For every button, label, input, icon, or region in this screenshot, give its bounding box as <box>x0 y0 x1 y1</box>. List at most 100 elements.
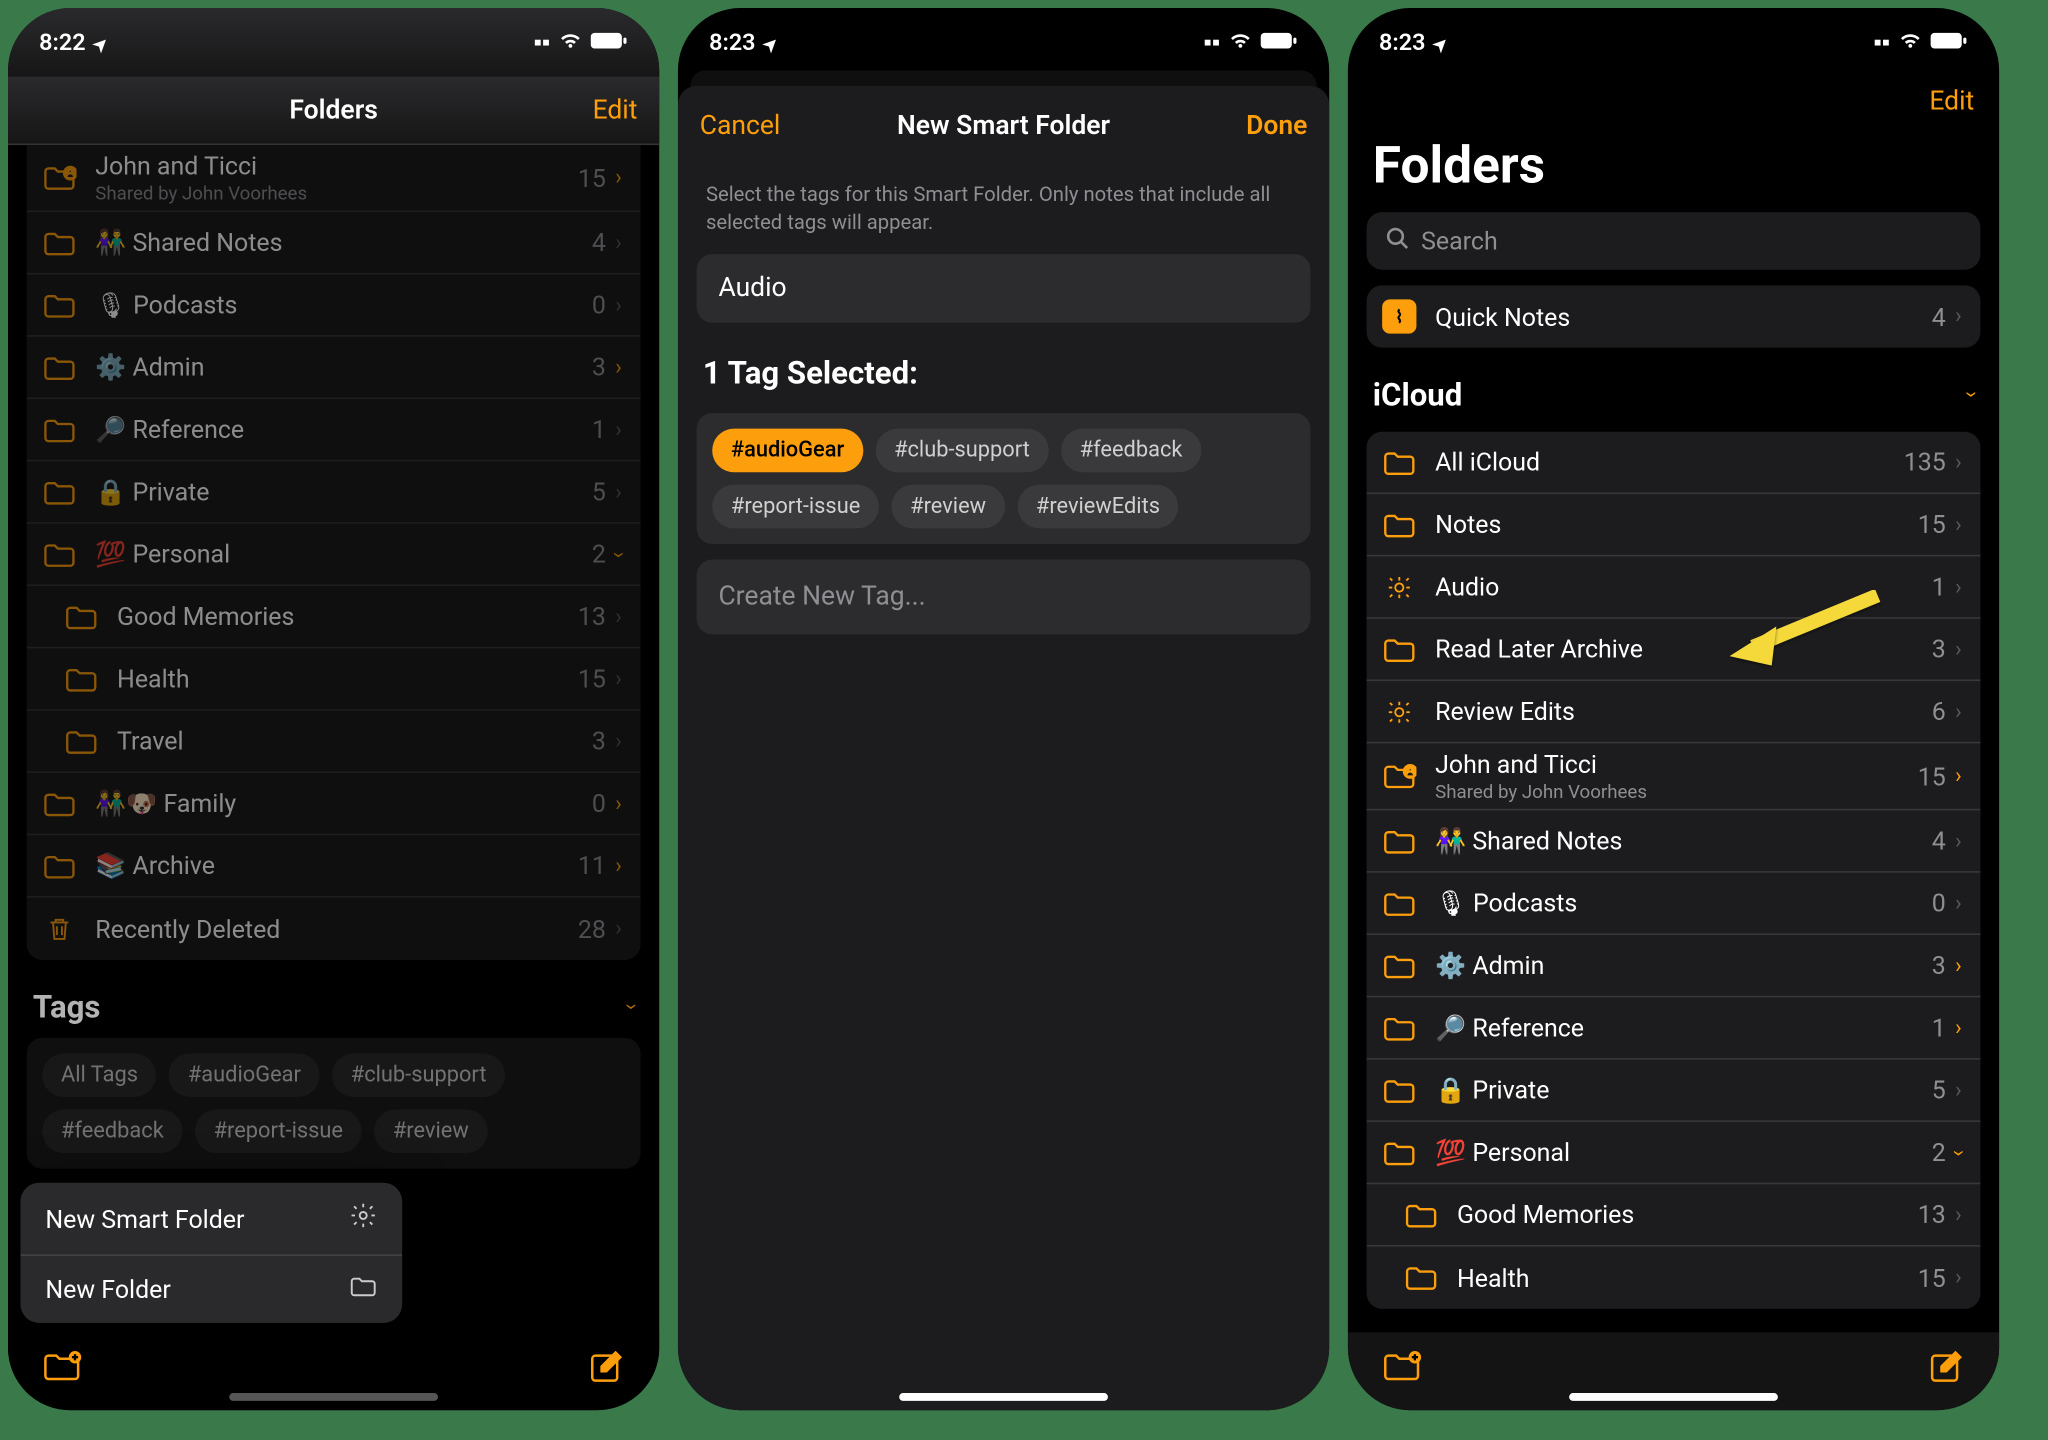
cancel-button[interactable]: Cancel <box>700 111 781 142</box>
folder-icon <box>42 789 76 817</box>
folder-row[interactable]: 🔎 Reference1› <box>27 399 641 461</box>
tag-pill[interactable]: #club-support <box>332 1053 505 1097</box>
quick-notes-row[interactable]: ⌇ Quick Notes 4 › <box>1367 285 1981 347</box>
folder-icon <box>1404 1264 1438 1292</box>
folder-row[interactable]: Good Memories13› <box>1367 1184 1981 1246</box>
battery-icon <box>591 28 628 56</box>
folder-row[interactable]: Health15› <box>27 648 641 710</box>
folder-icon <box>1382 1076 1416 1104</box>
selection-header: 1 Tag Selected: <box>678 323 1329 407</box>
folder-row[interactable]: 💯 Personal2› <box>27 524 641 586</box>
chevron-right-icon: › <box>1955 512 1962 537</box>
folder-row[interactable]: ⚙️ Admin3› <box>1367 935 1981 997</box>
tag-pill[interactable]: #report-issue <box>195 1110 362 1154</box>
folder-row[interactable]: 💯 Personal2› <box>1367 1122 1981 1184</box>
tag-pill[interactable]: #audioGear <box>169 1053 319 1097</box>
chevron-right-icon: › <box>1955 891 1962 916</box>
row-label: 💯 Personal <box>1435 1138 1932 1168</box>
edit-button[interactable]: Edit <box>1929 86 1974 117</box>
row-label: Health <box>117 664 578 694</box>
row-count: 15 <box>1918 1263 1946 1293</box>
new-folder-button[interactable] <box>1382 1349 1423 1393</box>
tag-pill[interactable]: #feedback <box>42 1110 182 1154</box>
chevron-right-icon: › <box>1955 1078 1962 1103</box>
chevron-right-icon: › <box>615 165 622 190</box>
chevron-right-icon: › <box>1955 450 1962 475</box>
folder-row[interactable]: John and TicciShared by John Voorhees15› <box>1367 743 1981 810</box>
folder-row[interactable]: Recently Deleted28› <box>27 898 641 960</box>
row-label: 👫🐶 Family <box>95 789 592 819</box>
row-count: 3 <box>592 726 606 756</box>
screen-new-smart-folder: 8:23 ▪▪ Cancel New Smart Folder Done Sel… <box>678 8 1329 1410</box>
row-label: ⚙️ Admin <box>95 352 592 382</box>
folder-row[interactable]: 📚 Archive11› <box>27 835 641 897</box>
tags-header[interactable]: Tags › <box>8 972 659 1031</box>
row-label: 🔎 Reference <box>95 415 592 445</box>
status-bar: 8:22 ▪▪ <box>8 8 659 77</box>
home-indicator[interactable] <box>1569 1393 1778 1401</box>
row-count: 1 <box>1932 1013 1946 1043</box>
home-indicator[interactable] <box>229 1393 438 1401</box>
hint-text: Select the tags for this Smart Folder. O… <box>678 161 1329 255</box>
chevron-right-icon: › <box>1955 304 1962 329</box>
folder-row[interactable]: Good Memories13› <box>27 586 641 648</box>
folder-row[interactable]: Read Later Archive3› <box>1367 619 1981 681</box>
folder-row[interactable]: 🔎 Reference1› <box>1367 997 1981 1059</box>
folder-row[interactable]: ⚙️ Admin3› <box>27 337 641 399</box>
done-button[interactable]: Done <box>1246 111 1307 142</box>
create-new-tag-button[interactable]: Create New Tag... <box>697 560 1311 635</box>
search-placeholder: Search <box>1421 226 1498 256</box>
icloud-header[interactable]: iCloud › <box>1348 360 1999 419</box>
chevron-down-icon: › <box>619 1003 644 1010</box>
row-subtitle: Shared by John Voorhees <box>1435 781 1918 803</box>
row-count: 4 <box>1932 826 1946 856</box>
new-folder-option[interactable]: New Folder <box>20 1256 402 1323</box>
search-input[interactable]: Search <box>1367 212 1981 270</box>
folder-name-input[interactable]: Audio <box>697 255 1311 324</box>
home-indicator[interactable] <box>899 1393 1108 1401</box>
row-label: 🔎 Reference <box>1435 1013 1932 1043</box>
chevron-right-icon: › <box>615 666 622 691</box>
row-label: Quick Notes <box>1435 302 1932 332</box>
folder-row[interactable]: Health15› <box>1367 1247 1981 1309</box>
tag-pill[interactable]: #reviewEdits <box>1017 485 1178 529</box>
compose-button[interactable] <box>588 1348 625 1395</box>
tag-pill[interactable]: #feedback <box>1061 429 1201 473</box>
icloud-folder-list: All iCloud135›Notes15›Audio1›Read Later … <box>1367 432 1981 1309</box>
folder-row[interactable]: 👫 Shared Notes4› <box>27 212 641 274</box>
new-smart-folder-option[interactable]: New Smart Folder <box>20 1183 402 1256</box>
folder-row[interactable]: All iCloud135› <box>1367 432 1981 494</box>
tag-pill[interactable]: #report-issue <box>712 485 879 529</box>
folder-row[interactable]: 👫 Shared Notes4› <box>1367 810 1981 872</box>
edit-button[interactable]: Edit <box>593 94 638 125</box>
row-label: 🔒 Private <box>1435 1075 1932 1105</box>
folder-icon <box>64 665 98 693</box>
folder-row[interactable]: 🔒 Private5› <box>27 461 641 523</box>
folder-row[interactable]: Review Edits6› <box>1367 681 1981 743</box>
battery-icon <box>1261 28 1298 56</box>
tag-pill[interactable]: #club-support <box>875 429 1048 473</box>
search-icon <box>1385 226 1408 256</box>
folder-row[interactable]: 🎙 Podcasts0› <box>1367 873 1981 935</box>
compose-button[interactable] <box>1927 1348 1964 1395</box>
row-subtitle: Shared by John Voorhees <box>95 182 578 204</box>
row-label: John and TicciShared by John Voorhees <box>1435 750 1918 803</box>
folder-row[interactable]: Travel3› <box>27 711 641 773</box>
chevron-right-icon: › <box>615 355 622 380</box>
folder-row[interactable]: Audio1› <box>1367 556 1981 618</box>
tag-pill[interactable]: All Tags <box>42 1053 156 1097</box>
folder-row[interactable]: 👫🐶 Family0› <box>27 773 641 835</box>
folder-row[interactable]: 🔒 Private5› <box>1367 1060 1981 1122</box>
tag-pill[interactable]: #review <box>374 1110 487 1154</box>
tag-pill[interactable]: #audioGear <box>712 429 863 473</box>
folder-row[interactable]: Notes15› <box>1367 494 1981 556</box>
new-folder-button[interactable] <box>42 1349 83 1393</box>
row-count: 15 <box>1918 761 1946 791</box>
folder-row[interactable]: 🎙 Podcasts0› <box>27 274 641 336</box>
nav-bar: Folders Edit <box>8 77 659 146</box>
gear-icon <box>1382 697 1416 725</box>
wifi-icon <box>558 28 583 56</box>
row-label: 📚 Archive <box>95 851 578 881</box>
folder-row[interactable]: John and TicciShared by John Voorhees15› <box>27 145 641 212</box>
tag-pill[interactable]: #review <box>891 485 1004 529</box>
